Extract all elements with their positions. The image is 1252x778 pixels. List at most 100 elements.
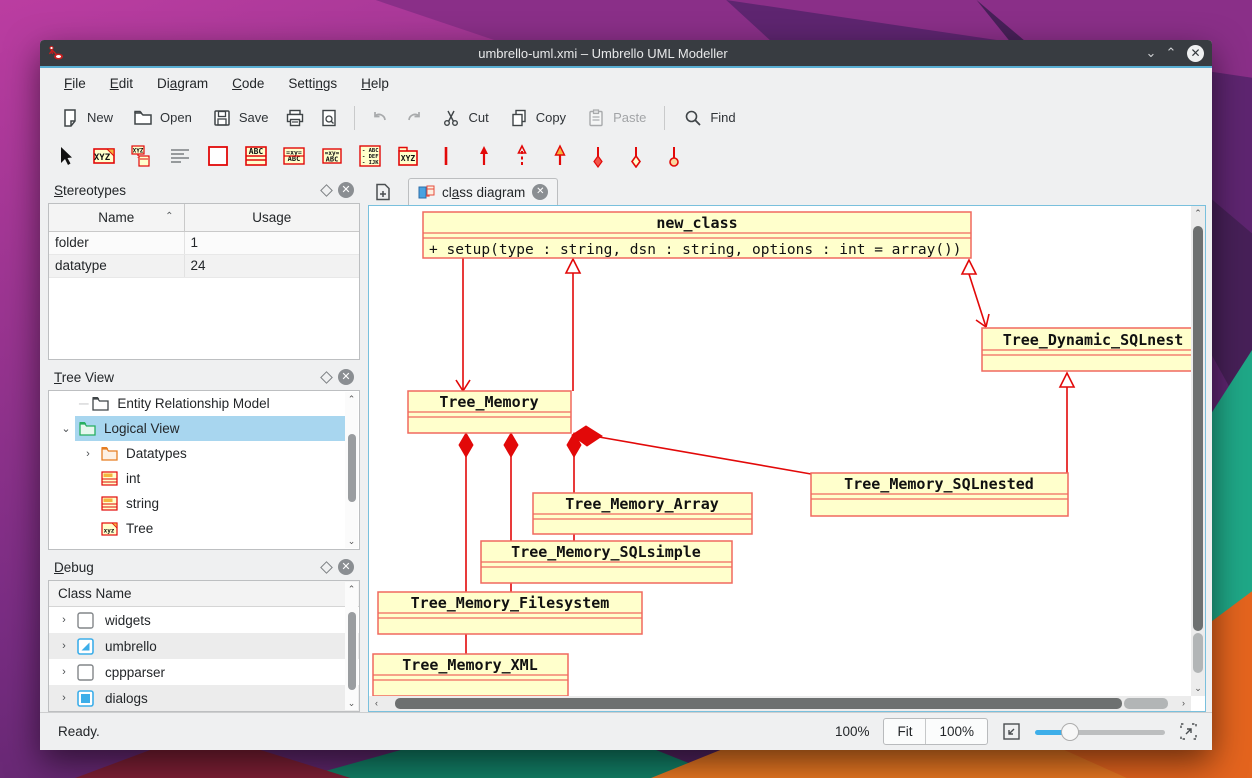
directed-association-tool[interactable] [471, 143, 497, 169]
float-dock-button[interactable] [316, 557, 336, 577]
column-header-name[interactable]: Name⌃ [49, 204, 184, 231]
scrollbar-thumb[interactable] [1193, 226, 1203, 631]
zoom-slider[interactable] [1035, 723, 1165, 741]
debug-item-umbrello[interactable]: › umbrello [49, 633, 359, 659]
canvas-horizontal-scrollbar[interactable]: ‹ › [369, 696, 1191, 711]
fullscreen-icon[interactable] [1179, 722, 1198, 741]
menu-settings[interactable]: Settings [278, 73, 347, 94]
tree-item-int[interactable]: int [49, 466, 359, 491]
new-tab-button[interactable] [368, 179, 398, 205]
debug-scrollbar[interactable]: ⌃ ⌄ [345, 582, 358, 710]
pointer-tool[interactable] [53, 143, 79, 169]
scroll-up-icon[interactable]: ⌃ [1191, 208, 1205, 219]
tree-item-datatypes[interactable]: › Datatypes [49, 441, 359, 466]
cut-button[interactable]: Cut [431, 103, 498, 133]
composition-tool[interactable] [585, 143, 611, 169]
containment-tool[interactable] [661, 143, 687, 169]
fit-button[interactable]: Fit [884, 719, 926, 744]
titlebar[interactable]: umbrello-uml.xmi – Umbrello UML Modeller… [40, 40, 1212, 66]
table-row[interactable]: folder 1 [49, 231, 359, 254]
class-tool[interactable]: ABC [243, 143, 269, 169]
datatype-tool[interactable]: XYZ [91, 143, 117, 169]
class-title-tree-memory[interactable]: Tree_Memory [439, 393, 538, 411]
generalization-tool[interactable] [547, 143, 573, 169]
menu-code[interactable]: Code [222, 73, 274, 94]
package-tool[interactable]: XYZ [395, 143, 421, 169]
debug-item-cppparser[interactable]: › cppparser [49, 659, 359, 685]
float-dock-button[interactable] [316, 367, 336, 387]
menu-diagram[interactable]: Diagram [147, 73, 218, 94]
scroll-down-icon[interactable]: ⌄ [345, 696, 358, 710]
expander-closed-icon[interactable]: › [57, 614, 71, 626]
aggregation-tool[interactable] [623, 143, 649, 169]
slider-thumb[interactable] [1061, 723, 1079, 741]
close-dock-button[interactable]: ✕ [336, 557, 356, 577]
paste-button[interactable]: Paste [576, 103, 656, 133]
checkbox-unchecked[interactable] [77, 612, 94, 629]
tree-view-scrollbar[interactable]: ⌃ ⌄ [345, 392, 358, 548]
open-button[interactable]: Open [123, 103, 202, 133]
expander-closed-icon[interactable]: › [57, 640, 71, 652]
canvas-vertical-scrollbar[interactable]: ⌃ ⌄ [1191, 206, 1205, 696]
minimize-button[interactable]: ⌄ [1141, 40, 1161, 66]
maximize-button[interactable]: ⌃ [1161, 40, 1181, 66]
class-title-tree-memory-sqlnested[interactable]: Tree_Memory_SQLnested [844, 475, 1034, 493]
scroll-up-icon[interactable]: ⌃ [345, 582, 358, 596]
dependency-tool[interactable] [509, 143, 535, 169]
new-button[interactable]: New [50, 103, 123, 133]
class-title-tree-memory-filesystem[interactable]: Tree_Memory_Filesystem [411, 594, 610, 612]
expander-open-icon[interactable]: ⌄ [59, 422, 73, 435]
enum-tool[interactable]: - ABC- DEF- IJK [357, 143, 383, 169]
column-header-usage[interactable]: Usage [184, 204, 359, 231]
print-button[interactable] [278, 103, 312, 133]
tab-close-icon[interactable]: ✕ [532, 184, 548, 200]
scrollbar-thumb[interactable] [395, 698, 1122, 709]
class-title-new-class[interactable]: new_class [656, 214, 737, 232]
checkbox-checked[interactable] [77, 690, 94, 707]
print-preview-button[interactable] [312, 103, 346, 133]
redo-button[interactable] [397, 103, 431, 133]
scrollbar-thumb[interactable] [348, 434, 356, 502]
find-button[interactable]: Find [673, 103, 745, 133]
class-title-tree-dynamic-sqlnest[interactable]: Tree_Dynamic_SQLnest [1003, 331, 1184, 349]
checkbox-unchecked[interactable] [77, 664, 94, 681]
scroll-up-icon[interactable]: ⌃ [345, 392, 358, 406]
tree-view-dock-header[interactable]: Tree View ✕ [48, 364, 360, 390]
association-tool[interactable] [433, 143, 459, 169]
class-operation-setup[interactable]: + setup(type : string, dsn : string, opt… [429, 242, 962, 258]
menu-edit[interactable]: Edit [100, 73, 143, 94]
scroll-left-icon[interactable]: ‹ [375, 696, 378, 711]
object-tool[interactable]: XYZ [129, 143, 155, 169]
scroll-down-icon[interactable]: ⌄ [345, 534, 358, 548]
class-title-tree-memory-xml[interactable]: Tree_Memory_XML [402, 656, 537, 674]
menu-help[interactable]: Help [351, 73, 399, 94]
zoom-100-button[interactable]: 100% [926, 719, 987, 744]
box-tool[interactable] [205, 143, 231, 169]
text-tool[interactable] [167, 143, 193, 169]
close-button[interactable]: ✕ [1187, 45, 1204, 62]
tree-item-tree[interactable]: xyz Tree [49, 516, 359, 541]
debug-item-widgets[interactable]: › widgets [49, 607, 359, 633]
debug-dock-header[interactable]: Debug ✕ [48, 554, 360, 580]
table-row[interactable]: datatype 24 [49, 254, 359, 277]
tree-item-entity-relationship-model[interactable]: ─ Entity Relationship Model [49, 391, 359, 416]
class-title-tree-memory-sqlsimple[interactable]: Tree_Memory_SQLsimple [511, 543, 701, 561]
expander-closed-icon[interactable]: › [57, 692, 71, 704]
interface-class-tool[interactable]: =xy=ABC [319, 143, 345, 169]
stereotypes-dock-header[interactable]: Stereotypes ✕ [48, 177, 360, 203]
expander-closed-icon[interactable]: › [57, 666, 71, 678]
checkbox-partial[interactable] [77, 638, 94, 655]
close-dock-button[interactable]: ✕ [336, 180, 356, 200]
expander-closed-icon[interactable]: › [81, 448, 95, 460]
tree-item-logical-view[interactable]: ⌄ Logical View [49, 416, 359, 441]
interface-tool[interactable]: =xy=ABC [281, 143, 307, 169]
undo-button[interactable] [363, 103, 397, 133]
scroll-right-icon[interactable]: › [1182, 696, 1185, 711]
close-dock-button[interactable]: ✕ [336, 367, 356, 387]
float-dock-button[interactable] [316, 180, 336, 200]
copy-button[interactable]: Copy [499, 103, 576, 133]
debug-column-header[interactable]: Class Name [49, 581, 359, 607]
save-button[interactable]: Save [202, 103, 279, 133]
scroll-down-icon[interactable]: ⌄ [1191, 683, 1205, 694]
shrink-view-icon[interactable] [1002, 722, 1021, 741]
